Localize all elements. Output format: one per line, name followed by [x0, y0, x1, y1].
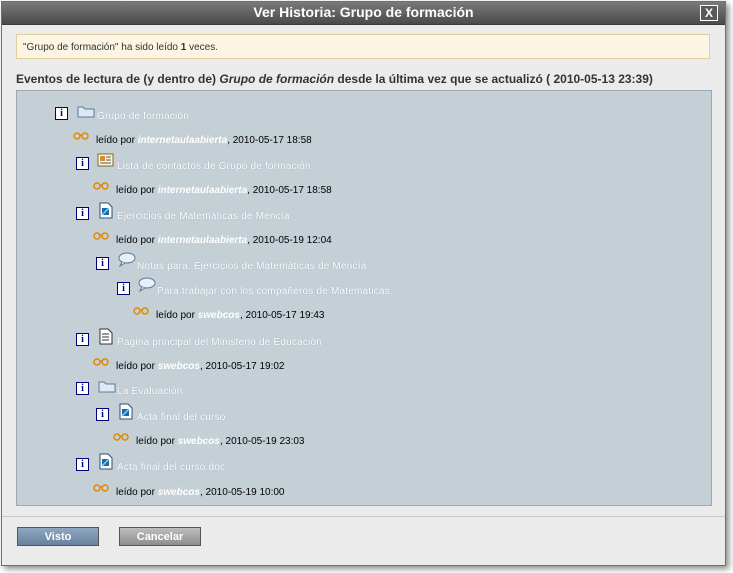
- read-event-1: leído por internetaulaabierta, 2010-05-1…: [116, 185, 332, 196]
- tree-item-0-label[interactable]: Grupo de formación: [97, 111, 189, 122]
- tree-item-3-label[interactable]: Notas para: Ejercicios de Matemáticas de…: [137, 261, 367, 272]
- read-glasses-icon: [133, 307, 149, 315]
- info-icon[interactable]: i: [76, 382, 89, 395]
- tree-item-7-label[interactable]: Acta final del curso: [137, 412, 226, 423]
- read-event-8: leído por swebcos, 2010-05-19 10:00: [116, 487, 284, 498]
- tree-item-2-label[interactable]: Ejercicios de Matemáticas de Mencía: [117, 211, 290, 222]
- read-event-2: leído por internetaulaabierta, 2010-05-1…: [116, 235, 332, 246]
- read-event-0: leído por internetaulaabierta, 2010-05-1…: [96, 135, 312, 146]
- tree-item-5[interactable]: Pagina principal del Ministerio de Educa…: [117, 337, 322, 348]
- info-icon[interactable]: i: [76, 458, 89, 471]
- close-button[interactable]: X: [700, 5, 718, 21]
- read-user: swebcos: [157, 361, 200, 372]
- events-header-prefix: Eventos de lectura de (y dentro de): [16, 72, 220, 86]
- read-glasses-icon: [93, 182, 109, 190]
- read-user: swebcos: [197, 310, 240, 321]
- tree-item-2[interactable]: Ejercicios de Matemáticas de Mencía: [117, 211, 290, 222]
- notice-suffix: veces.: [186, 42, 218, 53]
- visto-button[interactable]: Visto: [17, 527, 99, 546]
- read-event-4: leído por swebcos, 2010-05-17 19:43: [156, 310, 324, 321]
- page-icon: [99, 328, 113, 345]
- tree-item-6[interactable]: La Evaluación: [117, 386, 182, 397]
- footer-divider: [2, 516, 725, 517]
- read-timestamp: , 2010-05-17 19:02: [199, 361, 285, 372]
- read-timestamp: , 2010-05-17 18:58: [227, 135, 312, 146]
- read-event-7: leído por swebcos, 2010-05-19 23:03: [136, 436, 304, 447]
- dialog-titlebar[interactable]: Ver Historia: Grupo de formación X: [2, 2, 725, 25]
- contact-list-icon: [97, 153, 114, 167]
- events-header-suffix: desde la última vez que se actualizó ( 2…: [334, 72, 653, 86]
- read-prefix: leído por: [116, 487, 158, 498]
- read-glasses-icon: [113, 433, 129, 441]
- read-timestamp: , 2010-05-19 12:04: [247, 235, 332, 246]
- read-timestamp: , 2010-05-17 19:43: [239, 310, 325, 321]
- history-dialog: Ver Historia: Grupo de formación X "Grup…: [1, 1, 726, 566]
- cancel-button[interactable]: Cancelar: [119, 527, 201, 546]
- read-event-5: leído por swebcos, 2010-05-17 19:02: [116, 361, 284, 372]
- tree-item-8-label[interactable]: Acta final del curso.doc: [117, 462, 225, 473]
- read-glasses-icon: [93, 232, 109, 240]
- speech-bubble-icon: [118, 252, 136, 267]
- tree-item-4[interactable]: Para trabajar con los compañeros de Mate…: [157, 286, 393, 297]
- read-prefix: leído por: [116, 235, 158, 246]
- read-prefix: leído por: [156, 310, 198, 321]
- read-timestamp: , 2010-05-19 10:00: [199, 487, 285, 498]
- info-icon[interactable]: i: [117, 282, 130, 295]
- info-icon[interactable]: i: [76, 207, 89, 220]
- tree-item-5-label[interactable]: Pagina principal del Ministerio de Educa…: [117, 337, 322, 348]
- read-prefix: leído por: [116, 185, 158, 196]
- read-user: swebcos: [177, 436, 220, 447]
- document-icon: [99, 453, 113, 470]
- tree-item-6-label[interactable]: La Evaluación: [117, 386, 182, 397]
- read-count-notice: "Grupo de formación" ha sido leído 1 vec…: [16, 34, 710, 59]
- folder-icon: [98, 381, 116, 393]
- read-events-tree: i Grupo de formación leído por interneta…: [16, 90, 712, 506]
- info-icon[interactable]: i: [76, 333, 89, 346]
- info-icon[interactable]: i: [76, 157, 89, 170]
- dialog-title: Ver Historia: Grupo de formación: [253, 4, 474, 20]
- read-prefix: leído por: [96, 135, 138, 146]
- read-timestamp: , 2010-05-19 23:03: [219, 436, 305, 447]
- read-prefix: leído por: [136, 436, 178, 447]
- tree-item-4-label[interactable]: Para trabajar con los compañeros de Mate…: [157, 286, 393, 297]
- info-icon[interactable]: i: [55, 107, 68, 120]
- tree-item-1[interactable]: Lista de contactos de Grupo de formación: [117, 161, 311, 172]
- info-icon[interactable]: i: [96, 408, 109, 421]
- tree-item-0[interactable]: Grupo de formación: [97, 111, 189, 122]
- speech-bubble-icon: [138, 277, 156, 292]
- events-header-name: Grupo de formación: [219, 72, 335, 86]
- tree-item-7[interactable]: Acta final del curso: [137, 412, 226, 423]
- info-icon[interactable]: i: [96, 257, 109, 270]
- read-prefix: leído por: [116, 361, 158, 372]
- tree-item-8[interactable]: Acta final del curso.doc: [117, 462, 225, 473]
- read-user: internetaulaabierta: [137, 135, 228, 146]
- events-header: Eventos de lectura de (y dentro de) Grup…: [16, 72, 653, 86]
- read-glasses-icon: [93, 358, 109, 366]
- tree-item-1-label[interactable]: Lista de contactos de Grupo de formación: [117, 161, 311, 172]
- document-icon: [99, 202, 113, 219]
- read-user: internetaulaabierta: [157, 185, 248, 196]
- read-timestamp: , 2010-05-17 18:58: [247, 185, 332, 196]
- document-icon: [119, 403, 133, 420]
- read-user: swebcos: [157, 487, 200, 498]
- read-glasses-icon: [73, 132, 89, 140]
- read-glasses-icon: [93, 484, 109, 492]
- read-user: internetaulaabierta: [157, 235, 248, 246]
- folder-icon: [77, 106, 95, 118]
- tree-item-3[interactable]: Notas para: Ejercicios de Matemáticas de…: [137, 261, 367, 272]
- notice-prefix: "Grupo de formación" ha sido leído: [23, 42, 181, 53]
